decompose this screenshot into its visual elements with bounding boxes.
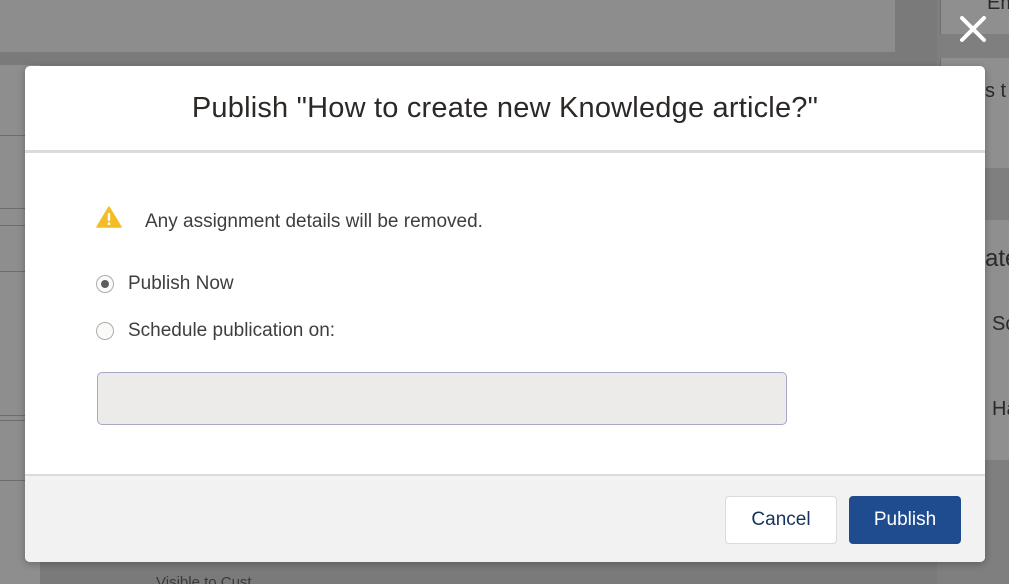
cancel-button[interactable]: Cancel [725, 496, 837, 544]
background-text: Sc [992, 313, 1009, 335]
background-text: ate [985, 245, 1009, 272]
publish-now-radio[interactable] [96, 275, 114, 293]
publish-now-label: Publish Now [128, 273, 234, 294]
publish-button[interactable]: Publish [849, 496, 961, 544]
warning-icon [96, 206, 122, 228]
schedule-date-input[interactable] [97, 372, 787, 425]
background-text: s t [985, 80, 1007, 102]
background-text: Ha [992, 398, 1009, 420]
modal-footer: Cancel Publish [25, 474, 985, 562]
modal-header: Publish "How to create new Knowledge art… [25, 66, 985, 153]
modal-body: Any assignment details will be removed. … [25, 153, 985, 473]
background-header [0, 0, 895, 52]
warning-text: Any assignment details will be removed. [145, 211, 483, 232]
background-text: Visible to Cust... [156, 574, 265, 584]
schedule-radio[interactable] [96, 322, 114, 340]
close-icon[interactable] [956, 12, 990, 46]
schedule-label: Schedule publication on: [128, 320, 336, 341]
publish-now-option[interactable]: Publish Now [96, 273, 234, 295]
publish-modal: Publish "How to create new Knowledge art… [25, 66, 985, 562]
modal-title: Publish "How to create new Knowledge art… [191, 91, 819, 124]
warning-message: Any assignment details will be removed. [96, 201, 483, 233]
background-text: Em [987, 0, 1009, 14]
schedule-option[interactable]: Schedule publication on: [96, 320, 335, 342]
